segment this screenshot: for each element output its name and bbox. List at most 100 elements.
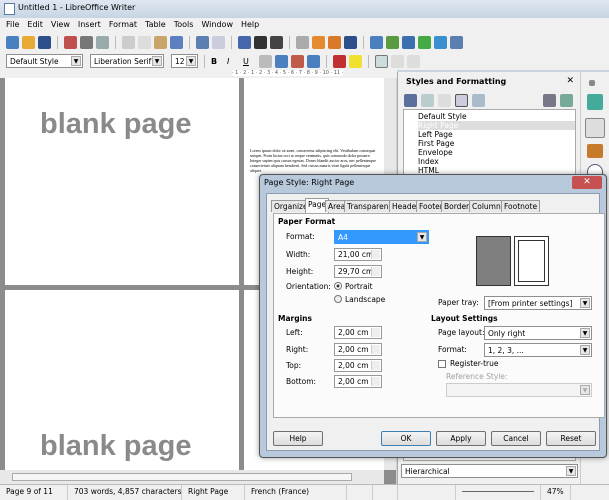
shapes-icon[interactable] (434, 35, 447, 49)
portrait-label[interactable]: Portrait (345, 282, 373, 291)
menu-format[interactable]: Format (109, 20, 137, 30)
style-item[interactable]: Index (418, 157, 575, 166)
zoom-slider[interactable] (456, 485, 541, 500)
font-color-icon[interactable] (333, 54, 346, 68)
left-margin-field[interactable]: 2,00 cm (334, 326, 382, 339)
status-word-count[interactable]: 703 words, 4,857 characters (68, 485, 182, 500)
document-modified-icon[interactable] (373, 485, 398, 500)
chevron-down-icon[interactable]: ▼ (417, 232, 427, 242)
chevron-down-icon[interactable]: ▼ (580, 328, 590, 338)
insert-mode-icon[interactable] (347, 485, 373, 500)
print-icon[interactable] (80, 35, 93, 49)
clone-formatting-icon[interactable] (170, 35, 183, 49)
ok-button[interactable]: OK (381, 431, 431, 446)
bold-icon[interactable]: B (211, 57, 224, 66)
table-icon[interactable] (296, 35, 309, 49)
apply-button[interactable]: Apply (436, 431, 486, 446)
field-icon[interactable] (386, 35, 399, 49)
font-name-combo[interactable]: Liberation Serif ▼ (90, 54, 164, 68)
shadow-icon[interactable] (307, 54, 320, 68)
redo-icon[interactable] (212, 35, 225, 49)
formatting-marks-icon[interactable] (270, 35, 283, 49)
properties-icon[interactable] (587, 94, 603, 110)
portrait-radio[interactable] (334, 282, 342, 290)
paste-icon[interactable] (154, 35, 167, 49)
character-styles-icon[interactable] (421, 94, 434, 107)
width-field[interactable]: 21,00 cm (334, 248, 382, 261)
paper-format-select[interactable]: A4 ▼ (334, 230, 429, 244)
navigator-icon[interactable] (402, 35, 415, 49)
superscript-icon[interactable] (275, 54, 288, 68)
menu-file[interactable]: File (6, 20, 19, 30)
image-icon[interactable] (312, 35, 325, 49)
page-styles-icon[interactable] (455, 94, 468, 107)
draw-icon[interactable] (450, 35, 463, 49)
reference-style-select[interactable]: ▼ (446, 383, 592, 397)
register-true-checkbox[interactable] (438, 360, 446, 368)
style-filter-combo[interactable]: Hierarchical ▼ (401, 464, 578, 478)
copy-icon[interactable] (138, 35, 151, 49)
status-page[interactable]: Page 9 of 11 (0, 485, 68, 500)
bottom-margin-field[interactable]: 2,00 cm (334, 375, 382, 388)
chevron-down-icon[interactable]: ▼ (152, 56, 162, 66)
paper-tray-select[interactable]: [From printer settings] ▼ (484, 296, 592, 310)
style-item[interactable]: Default Style (418, 112, 575, 121)
tab-footnote[interactable]: Footnote (501, 200, 541, 212)
gallery-icon[interactable] (587, 144, 603, 158)
reset-button[interactable]: Reset (546, 431, 596, 446)
chevron-down-icon[interactable]: ▼ (71, 56, 81, 66)
find-replace-icon[interactable] (254, 35, 267, 49)
right-margin-field[interactable]: 2,00 cm (334, 343, 382, 356)
style-item[interactable]: Envelope (418, 148, 575, 157)
italic-icon[interactable]: I (227, 57, 240, 66)
zoom-level[interactable]: 47% (541, 485, 571, 500)
style-item[interactable]: Left Page (418, 130, 575, 139)
open-icon[interactable] (22, 35, 35, 49)
save-icon[interactable] (38, 35, 51, 49)
chevron-down-icon[interactable]: ▼ (580, 345, 590, 355)
strikethrough-icon[interactable] (259, 54, 272, 68)
style-item-selected[interactable]: Right Page (418, 121, 575, 130)
close-icon[interactable]: ✕ (572, 176, 602, 189)
help-button[interactable]: Help (273, 431, 323, 446)
print-preview-icon[interactable] (96, 35, 109, 49)
fill-format-icon[interactable] (543, 94, 556, 107)
chevron-down-icon[interactable]: ▼ (186, 56, 196, 66)
export-pdf-icon[interactable] (64, 35, 77, 49)
landscape-radio[interactable] (334, 295, 342, 303)
chevron-down-icon[interactable]: ▼ (566, 466, 576, 476)
menu-table[interactable]: Table (145, 20, 166, 30)
menu-window[interactable]: Window (201, 20, 233, 30)
text-box-icon[interactable] (344, 35, 357, 49)
list-styles-icon[interactable] (472, 94, 485, 107)
chart-icon[interactable] (328, 35, 341, 49)
highlight-icon[interactable] (349, 54, 362, 68)
horizontal-scrollbar[interactable] (0, 470, 384, 484)
menu-help[interactable]: Help (241, 20, 259, 30)
height-field[interactable]: 29,70 cm (334, 265, 382, 278)
page-layout-select[interactable]: Only right ▼ (484, 326, 592, 340)
chevron-down-icon[interactable]: ▼ (580, 385, 590, 395)
subscript-icon[interactable] (291, 54, 304, 68)
frame-styles-icon[interactable] (438, 94, 451, 107)
align-left-icon[interactable] (375, 54, 388, 68)
chevron-down-icon[interactable]: ▼ (580, 298, 590, 308)
view-layout-icons[interactable] (398, 485, 456, 500)
page-break-icon[interactable] (370, 35, 383, 49)
paragraph-style-combo[interactable]: Default Style ▼ (6, 54, 83, 68)
top-margin-field[interactable]: 2,00 cm (334, 359, 382, 372)
cancel-button[interactable]: Cancel (491, 431, 541, 446)
align-center-icon[interactable] (391, 54, 404, 68)
special-character-icon[interactable] (418, 35, 431, 49)
cut-icon[interactable] (122, 35, 135, 49)
new-document-icon[interactable] (6, 35, 19, 49)
ruler[interactable]: · 1 · 2 · 1 · 2 · 3 · 4 · 5 · 6 · 7 · 8 … (0, 70, 397, 78)
style-item[interactable]: First Page (418, 139, 575, 148)
numbering-format-select[interactable]: 1, 2, 3, ... ▼ (484, 343, 592, 357)
menu-insert[interactable]: Insert (78, 20, 101, 30)
new-style-icon[interactable] (560, 94, 573, 107)
paragraph-styles-icon[interactable] (404, 94, 417, 107)
status-language[interactable]: French (France) (245, 485, 347, 500)
font-size-combo[interactable]: 12 ▼ (171, 54, 198, 68)
menu-view[interactable]: View (51, 20, 70, 30)
